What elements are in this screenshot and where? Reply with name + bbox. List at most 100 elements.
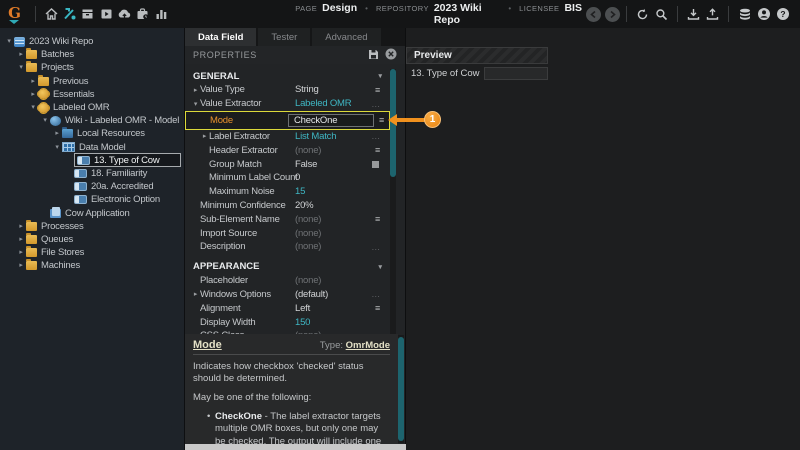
top-bar-actions: ? [582, 5, 792, 23]
expander-closed-icon[interactable]: ▸ [16, 233, 26, 246]
folder-icon [26, 222, 37, 231]
tab-tester[interactable]: Tester [258, 28, 310, 46]
expander-open-icon[interactable]: ▾ [191, 100, 200, 108]
close-icon[interactable] [385, 48, 397, 62]
expander-closed-icon[interactable]: ▸ [191, 86, 200, 94]
tree-item-type-of-cow[interactable]: 13. Type of Cow [0, 154, 184, 167]
batches-icon[interactable] [79, 5, 97, 23]
page-value[interactable]: Design [322, 2, 357, 14]
menu-icon[interactable]: ≡ [375, 214, 380, 224]
property-row-minimum-confidence[interactable]: Minimum Confidence20% [185, 199, 390, 213]
tree-item-accredited[interactable]: 20a. Accredited [0, 180, 184, 193]
expander-open-icon[interactable]: ▾ [28, 101, 38, 114]
expander-closed-icon[interactable]: ▸ [16, 48, 26, 61]
tree-item-queues[interactable]: ▸Queues [0, 233, 184, 246]
tasks-icon[interactable] [97, 5, 115, 23]
grooper-logo[interactable]: G [0, 5, 29, 24]
help-scrollbar-thumb[interactable] [398, 337, 404, 441]
property-row-alignment[interactable]: AlignmentLeft≡ [185, 301, 390, 315]
jobs-icon[interactable] [134, 5, 152, 23]
tree-item-familiarity[interactable]: 18. Familiarity [0, 167, 184, 180]
user-icon[interactable] [754, 5, 773, 23]
stats-icon[interactable] [152, 5, 170, 23]
download-icon[interactable] [684, 5, 703, 23]
imports-icon[interactable] [115, 5, 133, 23]
tree-item-file-stores[interactable]: ▸File Stores [0, 246, 184, 259]
tree-item-electronic-option[interactable]: Electronic Option [0, 193, 184, 206]
expander-closed-icon[interactable]: ▸ [191, 290, 200, 298]
ellipsis-icon[interactable]: … [371, 242, 380, 252]
mode-dropdown[interactable]: CheckOne [288, 114, 374, 127]
expander-open-icon[interactable]: ▾ [52, 141, 62, 154]
help-icon[interactable]: ? [773, 5, 792, 23]
section-general[interactable]: GENERAL ▾ [185, 69, 390, 83]
repository-value[interactable]: 2023 Wiki Repo [434, 2, 501, 26]
expander-closed-icon[interactable]: ▸ [28, 75, 38, 88]
menu-icon[interactable]: ≡ [375, 303, 380, 313]
search-icon[interactable] [652, 5, 671, 23]
expander-closed-icon[interactable]: ▸ [16, 259, 26, 272]
checkbox-icon[interactable] [372, 161, 379, 168]
property-row-header-extractor[interactable]: Header Extractor(none)≡ [185, 143, 390, 157]
help-bullet-checkone: • CheckOne - The label extractor targets… [193, 411, 390, 444]
tree-item-local-resources[interactable]: ▸Local Resources [0, 127, 184, 140]
home-icon[interactable] [42, 5, 60, 23]
property-row-minimum-label-count[interactable]: Minimum Label Count0 [185, 171, 390, 185]
chevron-down-icon: ▾ [378, 263, 382, 271]
property-row-sub-element-name[interactable]: Sub-Element Name(none)≡ [185, 212, 390, 226]
section-appearance[interactable]: APPEARANCE ▾ [185, 260, 390, 274]
database-icon[interactable] [735, 5, 754, 23]
tree-item-labeled-omr[interactable]: ▾Labeled OMR [0, 101, 184, 114]
tree-item-batches[interactable]: ▸Batches [0, 48, 184, 61]
tree-item-machines[interactable]: ▸Machines [0, 259, 184, 272]
property-row-value-extractor[interactable]: ▾Value ExtractorLabeled OMR… [185, 97, 390, 111]
ellipsis-icon[interactable]: … [371, 289, 380, 299]
property-row-placeholder[interactable]: Placeholder(none) [185, 274, 390, 288]
property-row-description[interactable]: Description(none)… [185, 240, 390, 254]
grid-scrollbar-track[interactable] [390, 69, 396, 361]
upload-icon[interactable] [703, 5, 722, 23]
preview-field-input[interactable] [484, 67, 548, 80]
tab-data-field[interactable]: Data Field [185, 28, 256, 46]
back-icon[interactable] [586, 7, 601, 22]
tree-item-processes[interactable]: ▸Processes [0, 220, 184, 233]
resources-folder-icon [62, 129, 73, 138]
design-tools-icon[interactable] [60, 5, 78, 23]
property-row-mode[interactable]: ModeCheckOne≡ [185, 111, 390, 130]
refresh-icon[interactable] [633, 5, 652, 23]
content-model-icon [50, 116, 61, 126]
ellipsis-icon[interactable]: … [371, 99, 380, 109]
property-row-group-match[interactable]: Group MatchFalse [185, 157, 390, 171]
menu-icon[interactable]: ≡ [375, 85, 380, 95]
expander-closed-icon[interactable]: ▸ [16, 246, 26, 259]
property-row-label-extractor[interactable]: ▸Label ExtractorList Match… [185, 130, 390, 144]
property-row-value-type[interactable]: ▸Value TypeString≡ [185, 83, 390, 97]
tree-item-previous[interactable]: ▸Previous [0, 75, 184, 88]
expander-closed-icon[interactable]: ▸ [16, 220, 26, 233]
help-scrollbar-track[interactable] [398, 335, 404, 443]
expander-open-icon[interactable]: ▾ [4, 35, 14, 48]
expander-open-icon[interactable]: ▾ [40, 114, 50, 127]
help-horizontal-scrollbar[interactable] [185, 444, 406, 450]
tree-item-repo[interactable]: ▾2023 Wiki Repo [0, 35, 184, 48]
expander-closed-icon[interactable]: ▸ [52, 127, 62, 140]
tree-item-data-model[interactable]: ▾Data Model [0, 141, 184, 154]
expander-closed-icon[interactable]: ▸ [200, 132, 209, 140]
tab-advanced[interactable]: Advanced [312, 28, 380, 46]
property-row-windows-options[interactable]: ▸Windows Options(default)… [185, 288, 390, 302]
property-row-display-width[interactable]: Display Width150 [185, 315, 390, 329]
property-row-maximum-noise[interactable]: Maximum Noise15 [185, 185, 390, 199]
tree-item-essentials[interactable]: ▸Essentials [0, 88, 184, 101]
property-row-import-source[interactable]: Import Source(none) [185, 226, 390, 240]
tree-item-projects[interactable]: ▾Projects [0, 61, 184, 74]
expander-closed-icon[interactable]: ▸ [28, 88, 38, 101]
ellipsis-icon[interactable]: … [371, 131, 380, 141]
menu-icon[interactable]: ≡ [379, 115, 384, 125]
forward-icon[interactable] [605, 7, 620, 22]
save-icon[interactable] [368, 49, 379, 62]
type-link[interactable]: OmrMode [346, 340, 390, 351]
menu-icon[interactable]: ≡ [375, 145, 380, 155]
tree-item-content-model[interactable]: ▾Wiki - Labeled OMR - Model [0, 114, 184, 127]
expander-open-icon[interactable]: ▾ [16, 61, 26, 74]
tree-item-cow-application[interactable]: Cow Application [0, 206, 184, 219]
